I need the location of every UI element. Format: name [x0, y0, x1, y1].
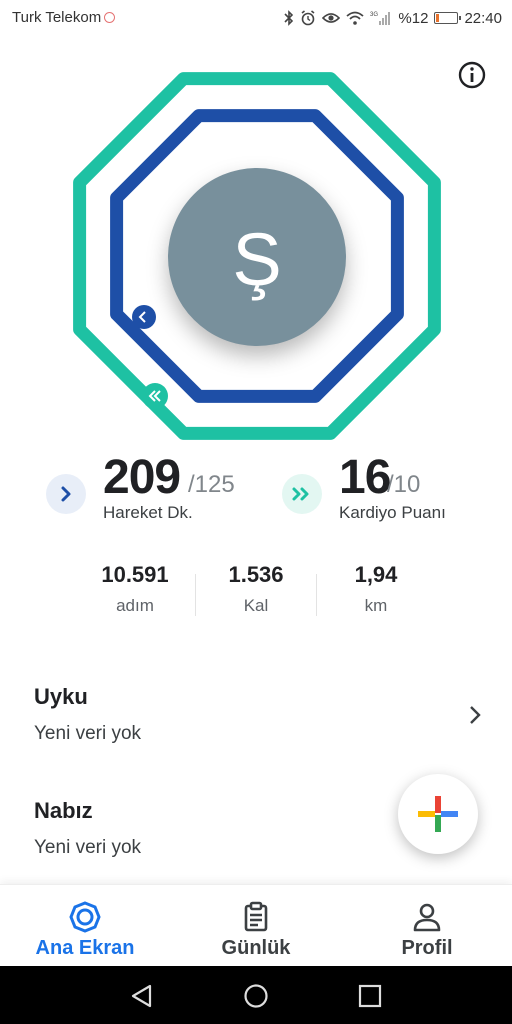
plus-icon [418, 796, 458, 832]
nav-journal-label: Günlük [221, 937, 291, 959]
nav-home[interactable]: Ana Ekran [0, 901, 170, 960]
system-nav-bar [0, 966, 512, 1024]
move-ring-marker [132, 305, 156, 329]
move-minutes-label: Hareket Dk. [103, 503, 193, 522]
move-minutes-goal[interactable]: 209 /125 Hareket Dk. [0, 450, 256, 530]
bottom-nav: Ana Ekran Günlük Profil [0, 884, 512, 967]
steps-value: 10.591 [101, 562, 169, 587]
back-icon[interactable] [129, 983, 155, 1009]
status-bar: Turk Telekom 3G %12 22:40 [0, 0, 512, 36]
carrier: Turk Telekom [12, 9, 116, 26]
bluetooth-icon [284, 10, 294, 26]
add-button[interactable] [398, 774, 478, 854]
sleep-title: Uyku [34, 684, 88, 709]
heart-points-target: /10 [387, 471, 421, 498]
distance-unit: km [364, 596, 388, 615]
heart-ring-marker [142, 383, 168, 409]
calories-value: 1.536 [228, 562, 284, 587]
wifi-icon [346, 11, 365, 25]
home-rings-icon [69, 901, 101, 933]
chevron-right-icon[interactable] [468, 704, 482, 726]
steps-unit: adım [116, 596, 154, 615]
notification-dot-icon [104, 12, 116, 23]
move-minutes-target: /125 [188, 471, 235, 498]
avatar[interactable]: Ş [168, 168, 346, 346]
calories-unit: Kal [243, 596, 269, 615]
heart-points-goal[interactable]: 16 /10 Kardiyo Puanı [256, 450, 512, 530]
move-minutes-icon [46, 474, 86, 514]
person-icon [413, 903, 441, 932]
battery-icon [434, 12, 462, 24]
heart-rate-subtitle: Yeni veri yok [34, 837, 142, 858]
battery-percent: %12 [398, 9, 429, 27]
heart-points-value: 16 [339, 451, 391, 504]
home-icon[interactable] [243, 983, 269, 1009]
sleep-subtitle: Yeni veri yok [34, 723, 142, 744]
heart-rate-title: Nabız [34, 798, 93, 823]
clock: 22:40 [464, 9, 502, 27]
signal-icon: 3G [370, 12, 391, 25]
sleep-card[interactable]: Uyku Yeni veri yok [0, 670, 512, 770]
heart-points-label: Kardiyo Puanı [339, 503, 446, 522]
move-minutes-value: 209 [103, 451, 181, 504]
steps-stat: 10.591 adım [75, 562, 195, 616]
heart-points-icon [282, 474, 322, 514]
nav-journal[interactable]: Günlük [171, 901, 341, 960]
nav-profile[interactable]: Profil [342, 901, 512, 960]
avatar-initial: Ş [232, 218, 282, 301]
svg-text:3G: 3G [370, 12, 378, 18]
distance-value: 1,94 [354, 562, 398, 587]
journal-icon [244, 901, 268, 932]
calories-stat: 1.536 Kal [196, 562, 316, 616]
distance-stat: 1,94 km [316, 562, 436, 616]
status-icons: 3G %12 22:40 [284, 8, 502, 28]
battery-level [436, 14, 440, 22]
nav-profile-label: Profil [401, 937, 453, 959]
nav-home-label: Ana Ekran [35, 937, 135, 959]
alarm-icon [301, 10, 315, 26]
eye-icon [322, 13, 341, 23]
carrier-name: Turk Telekom [12, 9, 102, 26]
recents-icon[interactable] [357, 983, 383, 1009]
